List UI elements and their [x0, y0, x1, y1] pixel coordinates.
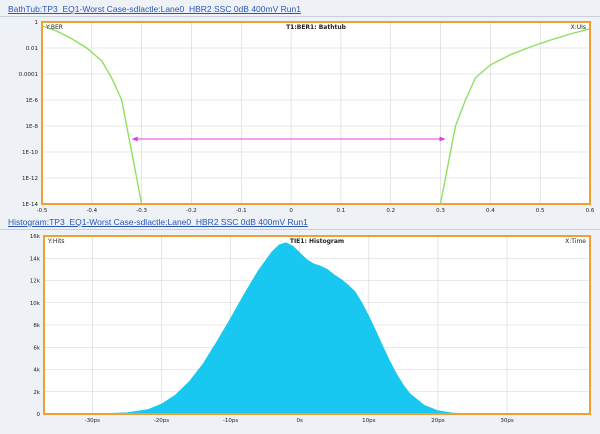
x-tick-label: -0.4	[86, 208, 97, 214]
bathtub-pane-title[interactable]: BathTub:TP3_EQ1-Worst Case-sdlactle:Lane…	[8, 4, 301, 14]
y-axis-label: Y:BER	[45, 24, 63, 31]
x-tick-label: -10ps	[223, 418, 238, 424]
y-tick-label: 14k	[30, 256, 41, 262]
x-tick-label: 0	[289, 208, 293, 214]
histogram-chart[interactable]: -30ps -20ps -10ps 0s 10ps 20ps 30ps 0 2k 4k 6k 8k 10…	[0, 228, 600, 432]
x-tick-label: 30ps	[500, 418, 513, 424]
x-axis-label: X:Time	[565, 238, 586, 245]
histogram-pane-title[interactable]: Histogram:TP3_EQ1-Worst Case-sdlactle:La…	[8, 217, 308, 227]
y-tick-label: 1E-6	[26, 98, 39, 104]
y-tick-label: 12k	[30, 279, 41, 285]
y-tick-label: 1E-10	[22, 150, 38, 156]
x-tick-label: 0.2	[386, 208, 395, 214]
y-tick-label: 6k	[33, 345, 40, 351]
y-tick-label: 1	[35, 20, 39, 26]
x-tick-label: -30ps	[85, 418, 100, 424]
y-tick-label: 1E-12	[22, 176, 38, 182]
y-tick-label: 16k	[30, 234, 41, 240]
y-tick-label: 0	[37, 412, 41, 418]
bathtub-chart[interactable]: -0.5 -0.4 -0.3 -0.2 -0.1 0 0.1 0.2 0.3 0.4 0.5 0.6 1…	[0, 14, 600, 214]
x-tick-label: 0.6	[586, 208, 595, 214]
x-tick-label: -20ps	[154, 418, 169, 424]
y-axis-label: Y:Hits	[47, 238, 65, 245]
x-tick-label: 0.4	[486, 208, 495, 214]
x-tick-label: 0.3	[436, 208, 445, 214]
x-tick-label: -0.2	[186, 208, 197, 214]
x-axis-label: X:UIs	[571, 24, 586, 31]
x-tick-label: -0.3	[136, 208, 147, 214]
x-tick-label: -0.1	[236, 208, 247, 214]
y-tick-label: 4k	[33, 368, 40, 374]
x-tick-label: 0s	[297, 418, 303, 424]
y-tick-label: 8k	[33, 323, 40, 329]
y-tick-label: 1E-14	[22, 202, 38, 208]
chart-title: T1:BER1: Bathtub	[286, 24, 347, 31]
y-tick-label: 10k	[30, 301, 41, 307]
x-tick-label: 0.1	[337, 208, 346, 214]
x-tick-label: 10ps	[362, 418, 375, 424]
x-tick-label: 0.5	[536, 208, 545, 214]
chart-title: TIE1: Histogram	[290, 238, 344, 245]
y-tick-label: 2k	[33, 390, 40, 396]
x-tick-label: 20ps	[431, 418, 444, 424]
y-tick-label: 1E-8	[26, 124, 39, 130]
x-tick-label: -0.5	[37, 208, 48, 214]
y-tick-label: 0.01	[26, 46, 38, 52]
analyzer-window: BathTub:TP3_EQ1-Worst Case-sdlactle:Lane…	[0, 0, 600, 434]
y-tick-label: 0.0001	[19, 72, 38, 78]
